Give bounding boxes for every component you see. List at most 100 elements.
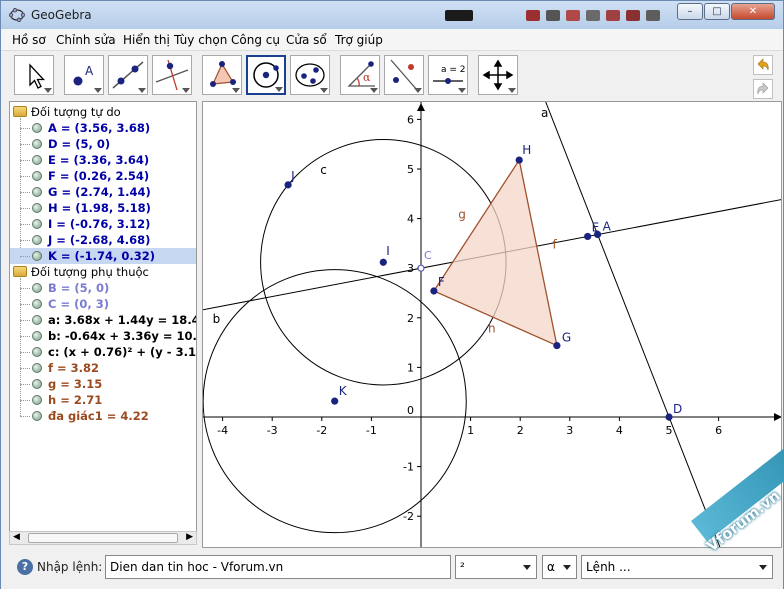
scroll-right-icon[interactable]: ▶ (186, 532, 193, 542)
algebra-item-text: h = 2.71 (48, 393, 103, 407)
x-tick-label: -1 (366, 424, 377, 437)
commands-combo[interactable]: Lệnh ... (581, 555, 773, 579)
visibility-toggle-icon[interactable] (32, 395, 42, 405)
algebra-free-item[interactable]: H = (1.98, 5.18) (10, 200, 196, 216)
visibility-toggle-icon[interactable] (32, 203, 42, 213)
menu-edit[interactable]: Chỉnh sửa (56, 33, 116, 47)
visibility-toggle-icon[interactable] (32, 347, 42, 357)
redo-button[interactable] (753, 79, 773, 99)
point-g[interactable] (553, 341, 561, 350)
visibility-toggle-icon[interactable] (32, 219, 42, 229)
taskbar-thumb-icon (566, 10, 580, 21)
visibility-toggle-icon[interactable] (32, 379, 42, 389)
angle-tool-button[interactable]: α (340, 55, 380, 95)
menu-file[interactable]: Hồ sơ (12, 33, 46, 47)
x-tick-label: 2 (517, 424, 524, 437)
algebra-free-item[interactable]: K = (-1.74, 0.32) (10, 248, 196, 264)
line-a[interactable] (545, 102, 722, 548)
scroll-thumb[interactable] (28, 533, 178, 543)
menu-window[interactable]: Cửa sổ (286, 33, 327, 47)
point-e[interactable] (584, 232, 592, 241)
visibility-toggle-icon[interactable] (32, 251, 42, 261)
point-tool-button[interactable]: A (64, 55, 104, 95)
algebra-horizontal-scrollbar[interactable]: ◀ ▶ (9, 531, 197, 545)
toolbar: A α a = 2 (1, 51, 783, 101)
visibility-toggle-icon[interactable] (32, 187, 42, 197)
window-title: GeoGebra (31, 8, 92, 22)
algebra-view: Đối tượng tự do A = (3.56, 3.68) D = (5, … (9, 101, 197, 545)
algebra-free-item[interactable]: A = (3.56, 3.68) (10, 120, 196, 136)
algebra-item-text: đa giác1 = 4.22 (48, 409, 149, 423)
undo-button[interactable] (753, 55, 773, 75)
close-button[interactable]: ✕ (731, 3, 775, 20)
visibility-toggle-icon[interactable] (32, 315, 42, 325)
algebra-item-text: J = (-2.68, 4.68) (48, 233, 151, 247)
menu-help[interactable]: Trợ giúp (335, 33, 383, 47)
x-tick-label: 6 (715, 424, 722, 437)
conic-tool-button[interactable] (290, 55, 330, 95)
greek-combo[interactable]: α (542, 555, 577, 579)
circle-tool-button[interactable] (246, 55, 286, 95)
visibility-toggle-icon[interactable] (32, 171, 42, 181)
symbols-combo[interactable]: ² (455, 555, 537, 579)
graphics-view[interactable]: -4 -3 -2 -1 1 2 3 4 5 6 6 5 4 3 2 1 0 -1 -2 a b c f g h A D E F G H I J K… (202, 101, 782, 548)
minimize-button[interactable]: – (677, 3, 703, 20)
algebra-item-text: g = 3.15 (48, 377, 103, 391)
algebra-item-text: a: 3.68x + 1.44y = 18.4 (48, 313, 197, 327)
visibility-toggle-icon[interactable] (32, 235, 42, 245)
polygon-fhg[interactable] (432, 158, 558, 347)
visibility-toggle-icon[interactable] (32, 331, 42, 341)
x-tick-label: 1 (467, 424, 474, 437)
algebra-free-item[interactable]: D = (5, 0) (10, 136, 196, 152)
move-tool-button[interactable] (14, 55, 54, 95)
line-tool-button[interactable] (108, 55, 148, 95)
commands-combo-value: Lệnh ... (586, 560, 631, 574)
reflect-tool-button[interactable] (384, 55, 424, 95)
y-axis-arrow-icon (417, 103, 425, 111)
help-icon[interactable]: ? (17, 559, 33, 575)
polygon-tool-button[interactable] (202, 55, 242, 95)
visibility-toggle-icon[interactable] (32, 411, 42, 421)
visibility-toggle-icon[interactable] (32, 299, 42, 309)
perpendicular-tool-button[interactable] (152, 55, 192, 95)
menu-tools[interactable]: Công cụ (231, 33, 280, 47)
algebra-item-text: E = (3.36, 3.64) (48, 153, 150, 167)
algebra-free-item[interactable]: G = (2.74, 1.44) (10, 184, 196, 200)
point-h[interactable] (515, 156, 523, 164)
move-view-tool-button[interactable] (478, 55, 518, 95)
y-tick-label: 5 (407, 163, 414, 176)
point-d[interactable] (665, 413, 673, 421)
scroll-left-icon[interactable]: ◀ (13, 532, 20, 542)
point-label: H (522, 143, 531, 157)
svg-text:α: α (363, 71, 371, 84)
visibility-toggle-icon[interactable] (32, 283, 42, 293)
point-i[interactable] (379, 258, 387, 266)
maximize-button[interactable]: □ (704, 3, 730, 20)
algebra-free-item[interactable]: I = (-0.76, 3.12) (10, 216, 196, 232)
visibility-toggle-icon[interactable] (32, 363, 42, 373)
taskbar-thumb-icon (646, 10, 660, 21)
visibility-toggle-icon[interactable] (32, 123, 42, 133)
slider-tool-button[interactable]: a = 2 (428, 55, 468, 95)
menu-view[interactable]: Hiển thị (123, 33, 170, 47)
point-label: C (424, 249, 432, 262)
algebra-free-item[interactable]: F = (0.26, 2.54) (10, 168, 196, 184)
y-tick-label: 6 (407, 113, 414, 126)
chevron-down-icon (523, 565, 531, 570)
command-input[interactable] (105, 555, 451, 579)
graphics-canvas[interactable]: -4 -3 -2 -1 1 2 3 4 5 66543210-1-2abcfghADEFGHIJK… (203, 102, 782, 548)
menu-options[interactable]: Tùy chọn (174, 33, 227, 47)
visibility-toggle-icon[interactable] (32, 155, 42, 165)
symbols-combo-value: ² (460, 560, 465, 574)
point-k[interactable] (331, 397, 339, 405)
visibility-toggle-icon[interactable] (32, 139, 42, 149)
point-c[interactable] (417, 264, 425, 272)
algebra-free-item[interactable]: J = (-2.68, 4.68) (10, 232, 196, 248)
point-label: D (673, 402, 682, 416)
y-tick-label: 1 (407, 361, 414, 374)
geogebra-logo-icon (9, 8, 25, 22)
point-f[interactable] (430, 287, 438, 295)
x-tick-label: -3 (267, 424, 278, 437)
algebra-free-item[interactable]: E = (3.36, 3.64) (10, 152, 196, 168)
x-tick-label: 5 (666, 424, 673, 437)
